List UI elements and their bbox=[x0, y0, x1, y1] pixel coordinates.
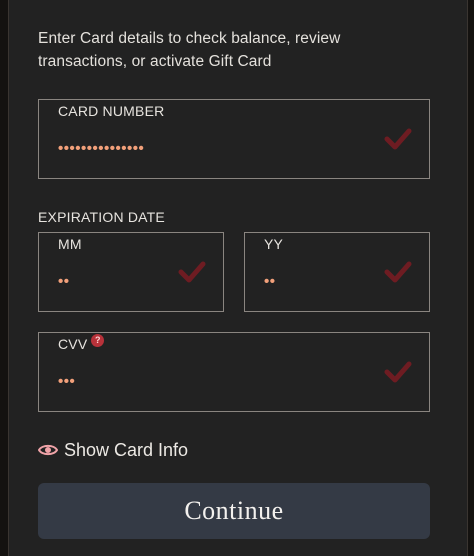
month-label: MM bbox=[58, 236, 82, 252]
expiration-month-field[interactable]: MM •• bbox=[38, 232, 224, 312]
show-card-info-label: Show Card Info bbox=[64, 439, 189, 460]
expiration-year-field[interactable]: YY •• bbox=[244, 232, 430, 312]
year-value: •• bbox=[264, 273, 276, 290]
cvv-value: ••• bbox=[58, 373, 76, 390]
check-icon bbox=[178, 261, 206, 283]
cvv-field[interactable]: CVV? ••• bbox=[38, 332, 430, 412]
continue-button[interactable]: Continue bbox=[38, 483, 430, 539]
cvv-label: CVV bbox=[58, 336, 88, 352]
card-form-panel: Enter Card details to check balance, rev… bbox=[8, 0, 468, 556]
check-icon bbox=[384, 261, 412, 283]
year-label: YY bbox=[264, 236, 284, 252]
check-icon bbox=[384, 361, 412, 383]
cvv-label-group: CVV? bbox=[58, 334, 105, 352]
card-number-value: ••••••••••••••• bbox=[58, 140, 145, 157]
help-icon[interactable]: ? bbox=[91, 334, 105, 347]
expiration-label: EXPIRATION DATE bbox=[38, 209, 165, 225]
check-icon bbox=[384, 128, 412, 150]
intro-text: Enter Card details to check balance, rev… bbox=[38, 30, 341, 70]
show-card-info-toggle[interactable]: Show Card Info bbox=[38, 438, 188, 462]
card-number-field[interactable]: CARD NUMBER ••••••••••••••• bbox=[38, 99, 430, 179]
month-value: •• bbox=[58, 273, 70, 290]
eye-icon bbox=[38, 444, 58, 456]
card-number-label: CARD NUMBER bbox=[58, 103, 165, 119]
